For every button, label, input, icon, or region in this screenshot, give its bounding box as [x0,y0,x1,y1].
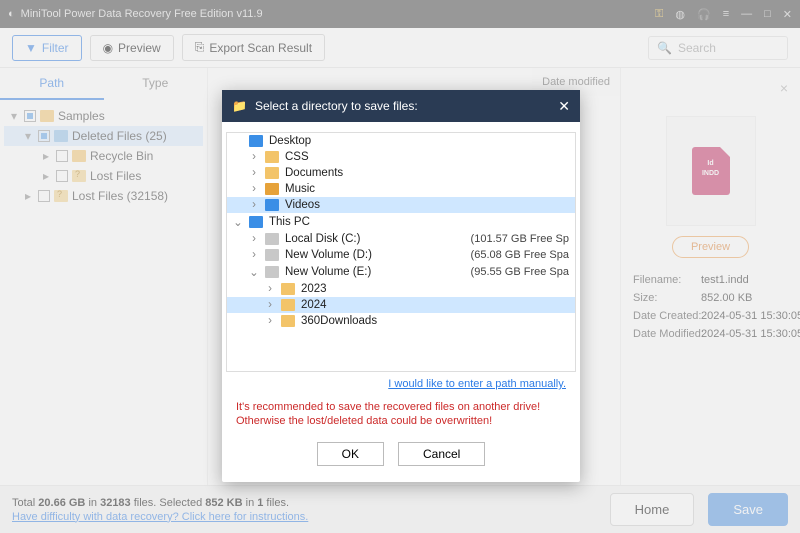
dir-new-volume-e[interactable]: ⌄New Volume (E:)(95.55 GB Free Spa [227,263,575,281]
dir-360downloads[interactable]: ›360Downloads [227,313,575,329]
dir-desktop[interactable]: Desktop [227,133,575,149]
dir-2024[interactable]: ›2024 [227,297,575,313]
dialog-icon: 📁 [232,99,247,113]
dir-this-pc[interactable]: ⌄This PC [227,213,575,231]
dialog-ok-button[interactable]: OK [317,442,384,466]
dialog-close-icon[interactable]: ✕ [558,98,570,115]
dir-music[interactable]: ›Music [227,181,575,197]
dialog-cancel-button[interactable]: Cancel [398,442,485,466]
dialog-titlebar: 📁 Select a directory to save files: ✕ [222,90,580,122]
dir-documents[interactable]: ›Documents [227,165,575,181]
dir-2023[interactable]: ›2023 [227,281,575,297]
manual-path-link[interactable]: I would like to enter a path manually. [388,378,566,390]
dir-new-volume-d[interactable]: ›New Volume (D:)(65.08 GB Free Spa [227,247,575,263]
dir-local-disk-c[interactable]: ›Local Disk (C:)(101.57 GB Free Sp [227,231,575,247]
dialog-title: Select a directory to save files: [255,99,418,113]
dir-css[interactable]: ›CSS [227,149,575,165]
save-directory-dialog: 📁 Select a directory to save files: ✕ De… [222,90,580,482]
directory-tree[interactable]: Desktop ›CSS ›Documents ›Music ›Videos ⌄… [226,132,576,372]
dir-videos[interactable]: ›Videos [227,197,575,213]
dialog-warning: It's recommended to save the recovered f… [226,396,576,436]
